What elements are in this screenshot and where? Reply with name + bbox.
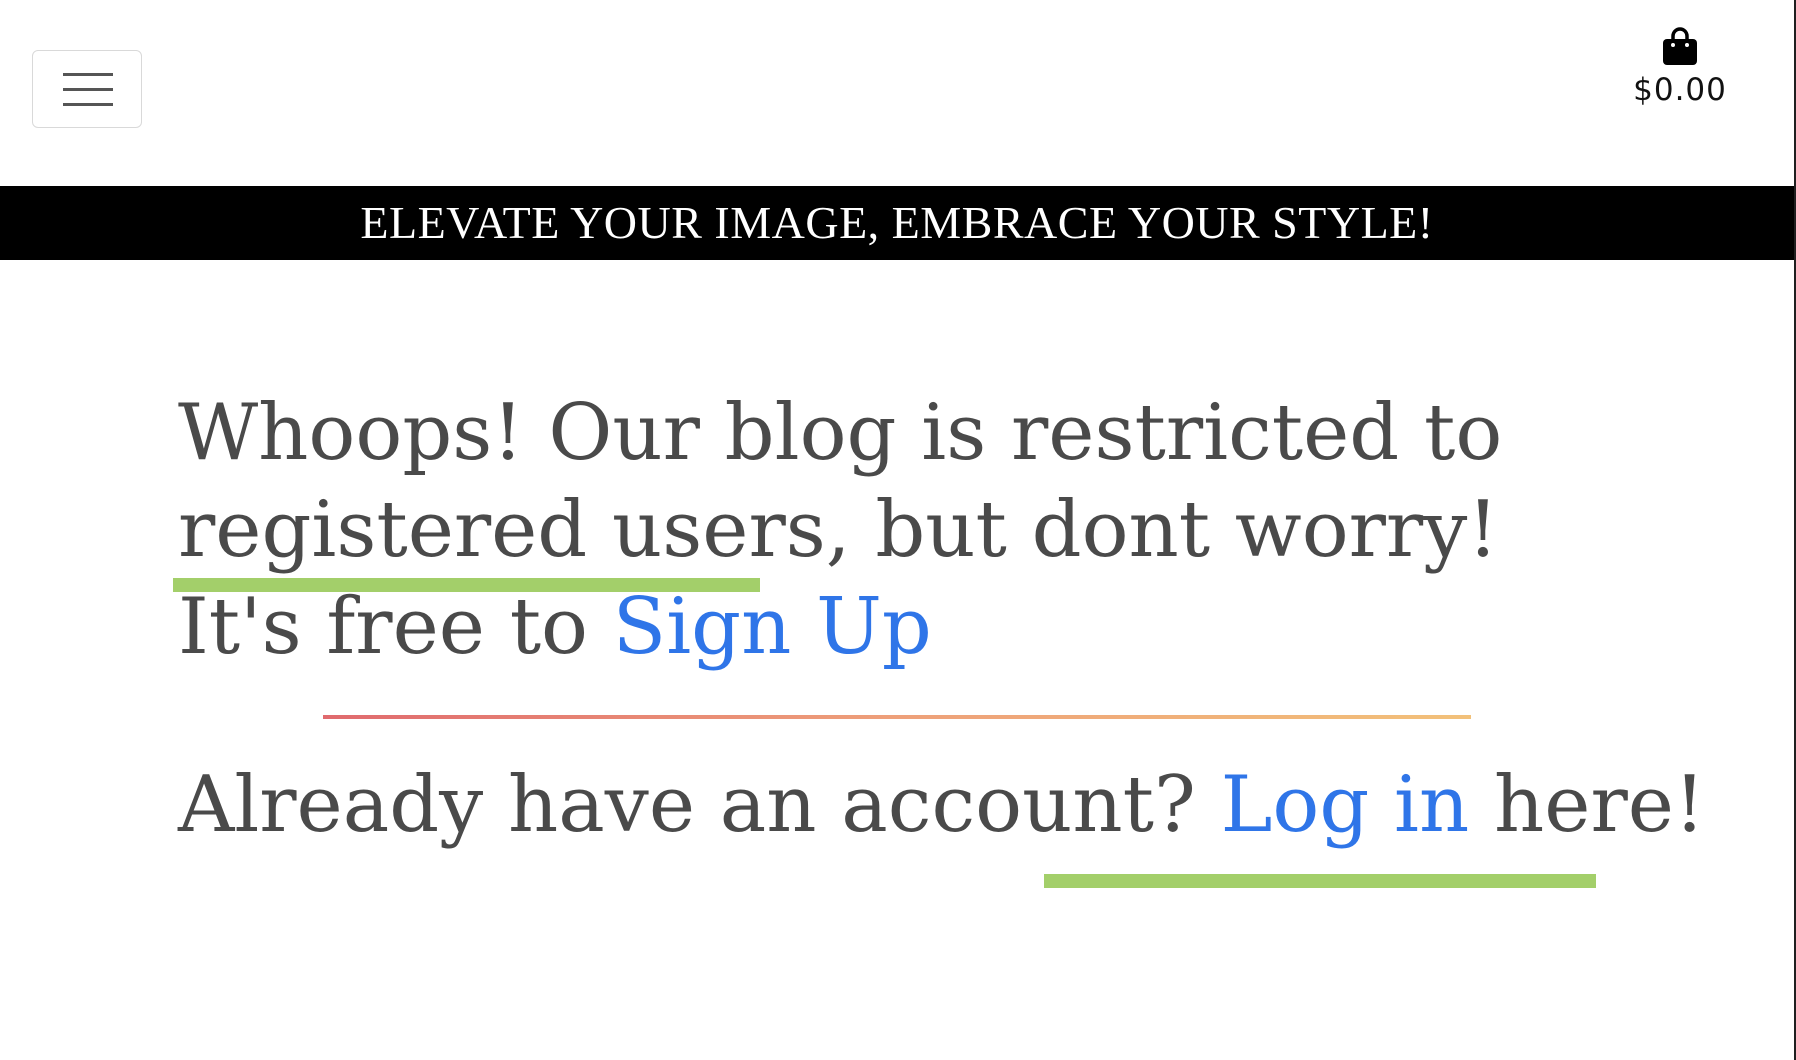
hamburger-menu-icon xyxy=(63,73,113,106)
gradient-divider xyxy=(323,715,1471,719)
signup-link[interactable]: Sign Up xyxy=(613,582,932,672)
site-header: $0.00 xyxy=(0,0,1794,186)
cart-total: $0.00 xyxy=(1633,72,1727,108)
menu-toggle-button[interactable] xyxy=(32,50,142,128)
cart-button[interactable]: $0.00 xyxy=(1618,26,1742,116)
highlight-underline xyxy=(1044,874,1596,888)
page: $0.00 ELEVATE YOUR IMAGE, EMBRACE YOUR S… xyxy=(0,0,1796,1060)
login-suffix: here! xyxy=(1494,760,1706,850)
restricted-headline: Whoops! Our blog is restricted to regist… xyxy=(178,385,1608,676)
login-prefix: Already have an account? xyxy=(178,760,1196,850)
login-link[interactable]: Log in xyxy=(1221,760,1470,850)
login-prompt: Already have an account? Log in here! xyxy=(178,757,1705,854)
promo-banner: ELEVATE YOUR IMAGE, EMBRACE YOUR STYLE! xyxy=(0,186,1794,260)
restricted-message: Whoops! Our blog is restricted to regist… xyxy=(178,385,1608,676)
shopping-bag-icon xyxy=(1663,27,1697,65)
